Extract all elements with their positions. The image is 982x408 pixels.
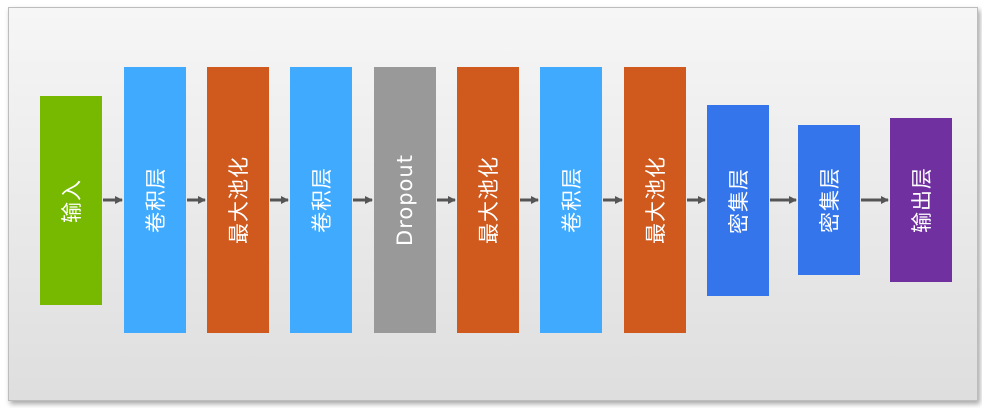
connector-arrows [103,196,889,204]
